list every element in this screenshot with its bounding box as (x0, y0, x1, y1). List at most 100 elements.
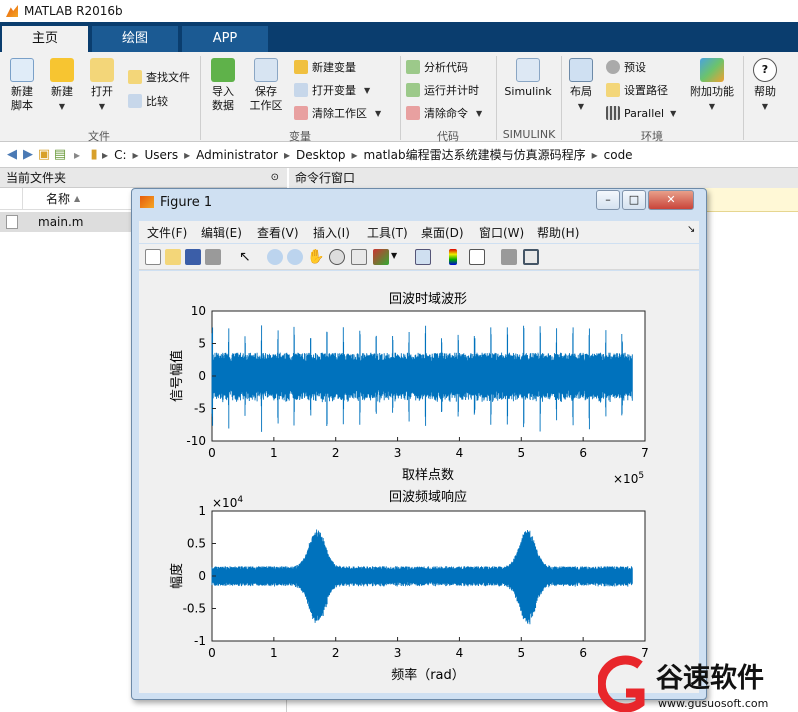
ribbon-divider (400, 56, 401, 140)
simulink-button[interactable]: Simulink (502, 58, 554, 99)
zoom-out-icon[interactable] (287, 249, 303, 265)
tab-apps[interactable]: APP (182, 26, 268, 52)
figure-logo-icon (140, 196, 154, 208)
save-grid-icon (254, 58, 278, 82)
find-files-button[interactable]: 查找文件 (128, 68, 190, 86)
breadcrumb-users[interactable]: Users (145, 148, 179, 162)
y-tick-label: -1 (194, 634, 206, 648)
gear-icon (606, 60, 620, 74)
new-figure-icon[interactable] (145, 249, 161, 265)
axes-time-domain[interactable]: 0 1 2 3 4 5 6 7 10 5 0 -5 -10 回波时域波形 取样点数 信号幅值 ×105 (169, 292, 649, 486)
menu-help[interactable]: 帮助(H) (537, 224, 579, 241)
maximize-button[interactable]: □ (622, 190, 646, 210)
minimize-button[interactable]: – (596, 190, 620, 210)
colorbar-icon[interactable] (449, 249, 457, 265)
chevron-down-icon[interactable]: ▼ (391, 251, 397, 260)
breadcrumb-desktop[interactable]: Desktop (296, 148, 346, 162)
print-icon[interactable] (205, 249, 221, 265)
chevron-down-icon: ▼ (670, 108, 677, 118)
analyze-icon (406, 60, 420, 74)
import-data-button[interactable]: 导入 数据 (204, 58, 242, 113)
x-tick-label: 0 (208, 446, 216, 460)
compare-button[interactable]: 比较 (128, 92, 168, 110)
browse-folder-icon[interactable]: ▤ (52, 147, 68, 162)
open-variable-button[interactable]: 打开变量 ▼ (294, 81, 370, 99)
parallel-button[interactable]: Parallel ▼ (606, 104, 676, 122)
add-ons-button[interactable]: 附加功能 ▼ (686, 58, 738, 114)
menu-edit[interactable]: 编辑(E) (201, 224, 242, 241)
menu-desktop[interactable]: 桌面(D) (421, 224, 464, 241)
new-button[interactable]: 新建 ▼ (44, 58, 80, 114)
hide-plot-tools-icon[interactable] (501, 249, 517, 265)
open-variable-icon (294, 83, 308, 97)
save-icon[interactable] (185, 249, 201, 265)
figure-window[interactable]: Figure 1 – □ ✕ 文件(F) 编辑(E) 查看(V) 插入(I) 工… (131, 188, 707, 700)
axes-frequency-domain[interactable]: 0 1 2 3 4 5 6 710.50-0.5-1 回波频域响应 频率（rad） 幅度 ×1… (169, 489, 649, 683)
layout-button[interactable]: 布局 ▼ (564, 58, 598, 114)
x-tick-label: 5 (517, 646, 525, 660)
breadcrumb-project-folder[interactable]: matlab编程雷达系统建模与仿真源码程序 (364, 146, 586, 163)
close-button[interactable]: ✕ (648, 190, 694, 210)
figure-plots: 0 1 2 3 4 5 6 71050-5-10 回波时域波形 取样点数 信号幅值 ×105 … (169, 292, 649, 683)
y-tick-label: 0 (198, 369, 206, 383)
open-file-icon[interactable] (165, 249, 181, 265)
menu-view[interactable]: 查看(V) (257, 224, 299, 241)
import-arrow-icon (211, 58, 235, 82)
show-plot-tools-icon[interactable] (523, 249, 539, 265)
simulink-icon (516, 58, 540, 82)
run-time-icon (406, 83, 420, 97)
x-tick-label: 2 (332, 446, 340, 460)
help-button[interactable]: ? 帮助 ▼ (748, 58, 782, 114)
y-tick-label: -5 (194, 402, 206, 416)
preferences-button[interactable]: 预设 (606, 58, 646, 76)
frequency-domain-title: 回波频域响应 (389, 489, 467, 505)
forward-arrow-icon[interactable]: ▶ (20, 147, 36, 162)
brush-icon[interactable] (373, 249, 389, 265)
back-arrow-icon[interactable]: ◀ (4, 147, 20, 162)
pan-hand-icon[interactable]: ✋ (307, 249, 324, 265)
menu-tools[interactable]: 工具(T) (367, 224, 408, 241)
folder-icon: ▮ (90, 147, 98, 162)
save-workspace-button[interactable]: 保存 工作区 (246, 58, 286, 113)
dock-arrow-icon[interactable]: ↘ (687, 224, 695, 235)
analyze-code-button[interactable]: 分析代码 (406, 58, 468, 76)
tab-home[interactable]: 主页 (2, 26, 88, 52)
ribbon-divider (496, 56, 497, 140)
ribbon-divider (561, 56, 562, 140)
breadcrumb-administrator[interactable]: Administrator (196, 148, 278, 162)
select-arrow-icon[interactable]: ↖ (239, 249, 255, 265)
new-variable-button[interactable]: 新建变量 (294, 58, 356, 76)
breadcrumb-c[interactable]: C: (114, 148, 126, 162)
clear-workspace-button[interactable]: 清除工作区 ▼ (294, 104, 381, 122)
open-button[interactable]: 打开 ▼ (84, 58, 120, 114)
watermark-logo: 谷速软件 www.gusuosoft.com (596, 655, 798, 712)
breadcrumb-code[interactable]: code (604, 148, 633, 162)
data-cursor-icon[interactable] (351, 249, 367, 265)
set-path-button[interactable]: 设置路径 (606, 81, 668, 99)
figure-canvas: 0 1 2 3 4 5 6 7 10 5 0 -5 -10 回波时域波形 取样点数 信号幅值 ×105 … (139, 271, 699, 693)
up-folder-icon[interactable]: ▣ (36, 147, 52, 162)
new-script-button[interactable]: 新建 脚本 (4, 58, 40, 113)
x-tick-label: 4 (456, 646, 464, 660)
y-tick-label: 1 (198, 504, 206, 518)
run-and-time-button[interactable]: 运行并计时 (406, 81, 479, 99)
chevron-down-icon: ▼ (375, 108, 382, 118)
menu-file[interactable]: 文件(F) (147, 224, 187, 241)
time-domain-x-multiplier: ×105 (613, 471, 644, 486)
group-simulink-label: SIMULINK (502, 128, 556, 141)
zoom-in-icon[interactable] (267, 249, 283, 265)
x-tick-label: 5 (517, 446, 525, 460)
clear-commands-button[interactable]: 清除命令 ▼ (406, 104, 482, 122)
menu-insert[interactable]: 插入(I) (313, 224, 350, 241)
figure-title: Figure 1 (160, 195, 213, 210)
ribbon-tabstrip: 主页 绘图 APP (0, 22, 798, 52)
rotate-icon[interactable] (329, 249, 345, 265)
plus-icon (50, 58, 74, 82)
frequency-domain-ylabel: 幅度 (169, 563, 185, 589)
tab-plots[interactable]: 绘图 (92, 26, 178, 52)
panel-menu-icon[interactable]: ⊙ (271, 168, 279, 188)
x-tick-label: 4 (456, 446, 464, 460)
menu-window[interactable]: 窗口(W) (479, 224, 524, 241)
link-plot-icon[interactable] (415, 249, 431, 265)
legend-icon[interactable] (469, 249, 485, 265)
